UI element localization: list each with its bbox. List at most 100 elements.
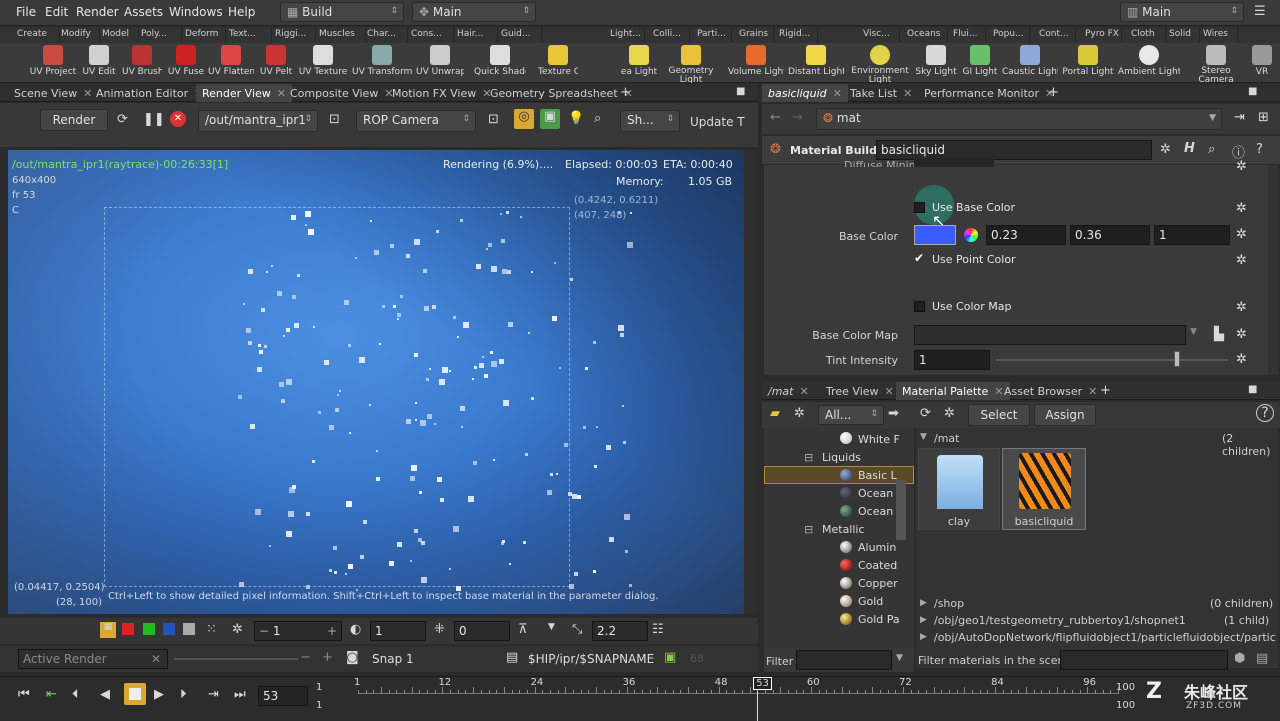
expand-icon[interactable]: ▶	[920, 632, 927, 642]
shelf-tab[interactable]: Char...	[364, 27, 408, 43]
expand-icon[interactable]: ▶	[920, 598, 927, 608]
gear-icon[interactable]: ✲	[1236, 227, 1247, 242]
list-icon[interactable]: ▤	[1256, 651, 1268, 666]
back-arrow-icon[interactable]: ←	[770, 110, 781, 125]
tool-volume-light[interactable]: Volume Light	[728, 45, 784, 83]
camera-dropdown[interactable]: ROP Camera ⇕	[356, 110, 476, 132]
params-scrollbar[interactable]	[1268, 165, 1278, 375]
gamma-field[interactable]: 1	[370, 621, 426, 641]
tab-asset-browser[interactable]: Asset Browser ✕	[998, 382, 1103, 400]
help-icon[interactable]: ?	[1256, 142, 1263, 157]
green-channel-icon[interactable]	[143, 623, 155, 635]
red-channel-icon[interactable]	[122, 623, 134, 635]
menu-windows[interactable]: Windows	[169, 5, 223, 19]
tree-item[interactable]: Ocean	[858, 505, 893, 518]
arrow-right-icon[interactable]: ➡	[888, 406, 899, 421]
folder-icon[interactable]: ▰	[770, 406, 780, 421]
tool-uv-brush[interactable]: UV Brush	[122, 45, 162, 83]
shelf-tab[interactable]: Grains	[736, 27, 774, 43]
render-viewport[interactable]: /out/mantra_ipr1(raytrace)-00:26:33[1] R…	[8, 150, 744, 614]
gear-icon[interactable]: ✲	[1236, 300, 1247, 315]
refresh-icon[interactable]: ⟳	[920, 406, 931, 421]
tree-item[interactable]: Metallic	[822, 523, 865, 536]
close-icon[interactable]: ✕	[903, 87, 912, 100]
gear-icon[interactable]: ✲	[1236, 253, 1247, 268]
shelf-tab[interactable]: Riggi...	[272, 27, 316, 43]
exposure-field[interactable]: − 1 +	[254, 621, 342, 641]
close-icon[interactable]: ✕	[885, 385, 894, 398]
shelf-tab[interactable]: Poly...	[138, 27, 182, 43]
minus-icon[interactable]: −	[300, 650, 311, 665]
shelf-tab[interactable]: Muscles	[316, 27, 366, 43]
preview-icon[interactable]: ◎	[514, 109, 534, 129]
tint-intensity-handle[interactable]	[1173, 351, 1180, 367]
current-frame-field[interactable]: 53	[258, 686, 308, 706]
shelf-tab[interactable]: Model	[99, 27, 139, 43]
tint-intensity-slider[interactable]	[996, 359, 1228, 361]
close-icon[interactable]: ✕	[799, 385, 808, 398]
desktop-build-dropdown[interactable]: ▦ Build ⇕	[280, 2, 404, 22]
use-color-map-checkbox[interactable]	[914, 301, 925, 312]
shelf-tab[interactable]: Create	[14, 27, 60, 43]
tree-item[interactable]: Liquids	[822, 451, 861, 464]
tool-uv-flatten[interactable]: UV Flatten	[208, 45, 254, 83]
desktop-main-dropdown[interactable]: ✥ Main ⇕	[412, 2, 536, 22]
filter-materials-field[interactable]	[1060, 650, 1228, 670]
snapshot-icon[interactable]: ▣	[664, 650, 676, 665]
offset-field[interactable]: 0	[454, 621, 510, 641]
add-tab-icon[interactable]: +	[620, 85, 631, 100]
tree-item[interactable]: White F	[858, 433, 900, 446]
diffuse-minimum-field[interactable]	[914, 159, 994, 167]
filter-dropdown[interactable]: All... ⇕	[818, 405, 884, 425]
update-label[interactable]: Update T	[690, 115, 745, 129]
tree-item[interactable]: Copper	[858, 577, 898, 590]
tab-tree-view[interactable]: Tree View ✕	[820, 382, 900, 400]
tool-uv-pelt[interactable]: UV Pelt	[258, 45, 294, 83]
tab-render-view[interactable]: Render View ✕	[196, 84, 292, 102]
shelf-tab[interactable]: Flui...	[950, 27, 986, 43]
gear-icon[interactable]: ✲	[232, 622, 243, 637]
assign-button[interactable]: Assign	[1034, 404, 1096, 426]
shelf-tab[interactable]: Guid...	[498, 27, 542, 43]
minus-icon[interactable]: −	[259, 624, 273, 638]
camera-icon[interactable]: ◙	[346, 650, 359, 665]
gear-icon[interactable]: ✲	[794, 406, 805, 421]
help-h-icon[interactable]: H	[1184, 141, 1195, 156]
base-color-b-field[interactable]: 1	[1154, 225, 1230, 245]
tool-gi-light[interactable]: GI Light	[962, 45, 998, 83]
stops-icon[interactable]: ⁜	[434, 622, 445, 637]
shelf-tab[interactable]: Light...	[607, 27, 645, 43]
render-button[interactable]: Render	[40, 109, 108, 131]
search-icon[interactable]: ⌕	[1208, 142, 1215, 157]
step-forward-icon[interactable]: ⏵	[180, 687, 187, 702]
add-tab-icon[interactable]: +	[1100, 383, 1111, 398]
select-button[interactable]: Select	[968, 404, 1030, 426]
geo-path[interactable]: /obj/geo1/testgeometry_rubbertoy1/shopne…	[934, 614, 1186, 627]
tree-item[interactable]: Coated	[858, 559, 897, 572]
pin-icon[interactable]: ⇥	[1234, 110, 1245, 125]
help-icon[interactable]: ?	[1256, 404, 1274, 422]
step-end-icon[interactable]: ⇥	[208, 687, 219, 702]
chevron-down-icon[interactable]: ▼	[548, 622, 555, 632]
shelf-tab[interactable]: Modify	[58, 27, 100, 43]
tint-intensity-field[interactable]: 1	[914, 350, 990, 370]
tab-material-palette[interactable]: Material Palette ✕	[896, 382, 1010, 400]
play-reverse-icon[interactable]: ◀	[100, 687, 110, 702]
tool-quick-shade[interactable]: Quick Shade	[474, 45, 526, 83]
menu-options-icon[interactable]: ☰	[1254, 4, 1266, 19]
close-icon[interactable]: ✕	[151, 652, 161, 666]
desktop-right-dropdown[interactable]: ▥ Main ⇕	[1120, 2, 1244, 22]
gear-icon[interactable]: ✲	[1236, 159, 1247, 174]
tree-item[interactable]: Basic L	[858, 469, 897, 482]
shelf-tab[interactable]: Cont...	[1036, 27, 1076, 43]
shelf-tab[interactable]: Pyro FX	[1082, 27, 1122, 43]
close-icon[interactable]: ✕	[1088, 385, 1097, 398]
tab-motion-fx-view[interactable]: Motion FX View ✕	[386, 84, 497, 102]
shelf-tab[interactable]: Text...	[226, 27, 272, 43]
tree-item[interactable]: Alumin	[858, 541, 896, 554]
add-tab-icon[interactable]: +	[1048, 85, 1059, 100]
chevron-down-icon[interactable]: ▼	[896, 653, 903, 663]
jump-end-icon[interactable]: ⏭	[234, 687, 246, 702]
zoom-field[interactable]: 2.2	[592, 621, 648, 641]
collapse-icon[interactable]: ⊟	[804, 523, 813, 536]
